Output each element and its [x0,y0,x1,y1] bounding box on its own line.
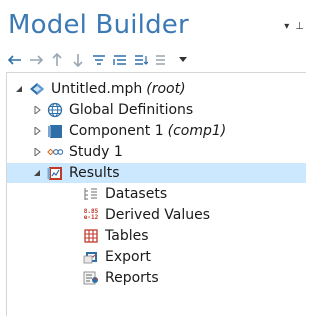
forward-button[interactable] [27,52,45,68]
tree-item-results[interactable]: Results [7,163,306,183]
expanded-arrow-icon[interactable] [13,83,25,95]
panel-title: Model Builder [8,10,189,40]
tree-item-export[interactable]: Export [83,247,151,267]
toolbar [6,52,192,68]
datasets-icon [83,186,99,202]
options-button[interactable] [153,52,171,68]
collapsed-arrow-icon[interactable] [31,146,43,158]
report-icon [83,270,99,286]
tree-item-tables[interactable]: Tables [83,226,149,246]
tree-item-datasets[interactable]: Datasets [83,184,167,204]
model-builder-panel: Model Builder ▾ ⊥ Untitled.mph (root) Gl… [0,0,312,316]
tree-item-component-1[interactable]: Component 1 (comp1) [31,121,226,141]
model-root-icon [29,81,45,97]
list-options-icon [156,55,165,65]
show-button[interactable] [90,52,108,68]
arrow-right-icon [30,55,43,65]
panel-title-controls: ▾ ⊥ [284,22,304,32]
model-tree: Untitled.mph (root) Global Definitions C… [6,72,306,316]
arrow-left-icon [8,55,21,65]
tree-item-label: Untitled.mph [51,81,143,97]
tree-item-tag: (root) [146,81,186,97]
table-icon [83,228,99,244]
component-icon [47,123,63,139]
show-more-icon [93,55,105,65]
results-icon [47,165,63,181]
arrow-down-icon [73,54,83,67]
arrow-up-icon [52,53,62,66]
study-icon [47,144,63,160]
tree-item-reports[interactable]: Reports [83,268,159,288]
tree-item-study-1[interactable]: Study 1 [31,142,123,162]
tree-item-derived-values[interactable]: 8.85 e-12 Derived Values [83,205,210,225]
tree-item-label: Derived Values [105,207,211,223]
tree-item-label: Export [105,249,151,265]
expand-sections-button[interactable] [111,52,129,68]
collapse-sections-button[interactable] [132,52,150,68]
chevron-down-icon [179,57,187,62]
expanded-arrow-icon[interactable] [31,167,43,179]
pin-icon[interactable]: ⊥ [295,22,304,32]
collapsed-arrow-icon[interactable] [31,104,43,116]
tree-item-global-definitions[interactable]: Global Definitions [31,100,193,120]
tree-item-label: Results [69,165,120,181]
derived-values-icon-text: 8.85 e-12 [83,208,99,221]
collapse-sections-icon [135,55,148,65]
export-icon [83,249,99,265]
tree-item-label: Tables [105,228,149,244]
options-dropdown[interactable] [174,52,192,68]
tree-item-label: Component 1 [69,123,164,139]
tree-item-root[interactable]: Untitled.mph (root) [13,79,186,99]
tree-item-label: Study 1 [69,144,123,160]
panel-menu-icon[interactable]: ▾ [284,22,289,32]
expand-sections-icon [113,55,126,65]
collapsed-arrow-icon[interactable] [31,125,43,137]
move-up-button[interactable] [48,52,66,68]
tree-item-label: Reports [105,270,159,286]
tree-item-label: Global Definitions [69,102,194,118]
derived-values-icon: 8.85 e-12 [83,207,99,223]
tree-item-label: Datasets [105,186,168,202]
tree-item-tag: (comp1) [167,123,227,139]
move-down-button[interactable] [69,52,87,68]
globe-icon [47,102,63,118]
back-button[interactable] [6,52,24,68]
